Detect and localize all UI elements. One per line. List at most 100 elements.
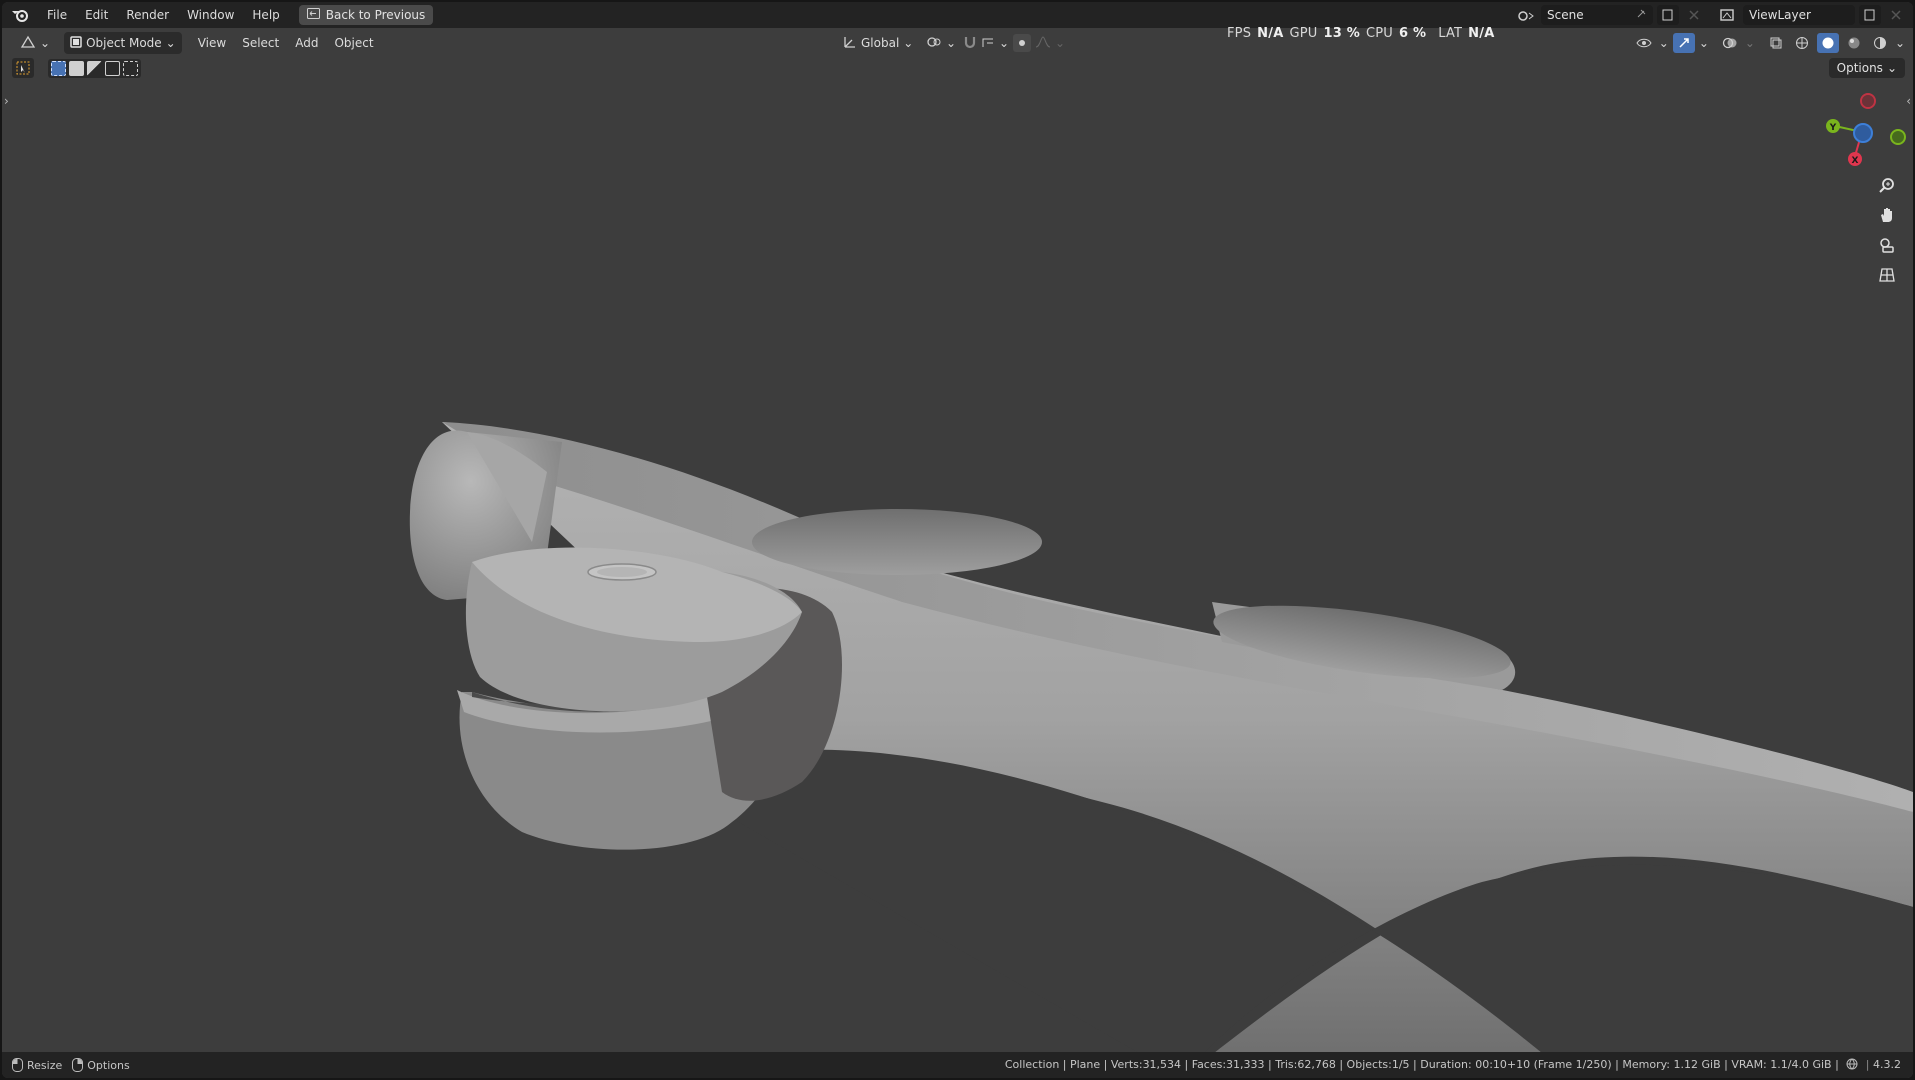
select-new-icon[interactable] <box>51 60 66 76</box>
view-layer-icon[interactable] <box>1717 5 1739 25</box>
visibility-icon[interactable] <box>1633 33 1655 53</box>
chevron-down-icon: ⌄ <box>946 36 957 50</box>
chevron-down-icon: ⌄ <box>1886 61 1897 75</box>
pivot-icon <box>926 35 942 52</box>
new-scene-icon[interactable] <box>1657 5 1679 25</box>
tool-settings-row <box>12 58 141 78</box>
solid-shading-icon[interactable] <box>1816 33 1839 53</box>
gizmo-z-axis[interactable] <box>1853 123 1873 143</box>
delete-view-layer-icon[interactable] <box>1885 5 1907 25</box>
chevron-down-icon: ⌄ <box>165 36 176 50</box>
chevron-down-icon: ⌄ <box>40 36 51 50</box>
select-intersect-icon[interactable] <box>123 60 138 76</box>
cpu-label: CPU <box>1365 26 1393 41</box>
magnet-icon <box>963 35 977 52</box>
orientation-axes-icon <box>843 35 857 52</box>
resize-hint: Resize <box>12 1058 62 1072</box>
back-to-previous-label: Back to Previous <box>325 8 426 22</box>
snap-increment-icon <box>981 35 995 52</box>
object-mode-icon <box>70 35 82 51</box>
chevron-down-icon[interactable]: ⌄ <box>1745 36 1755 50</box>
gpu-label: GPU <box>1289 26 1318 41</box>
chevron-down-icon[interactable]: ⌄ <box>1659 36 1669 50</box>
mode-dropdown[interactable]: Object Mode ⌄ <box>64 32 182 54</box>
back-to-previous-button[interactable]: Back to Previous <box>298 5 434 25</box>
chevron-down-icon[interactable]: ⌄ <box>1699 36 1709 50</box>
zoom-icon[interactable] <box>1875 174 1899 198</box>
resize-label: Resize <box>27 1058 63 1072</box>
menu-help[interactable]: Help <box>243 2 288 28</box>
scene-name: Scene <box>1547 8 1584 22</box>
top-menu-bar: File Edit Render Window Help Back to Pre… <box>2 2 1913 28</box>
back-screen-icon <box>306 8 320 22</box>
lat-label: LAT <box>1438 26 1463 41</box>
gizmo-x-label: X <box>1852 156 1859 166</box>
fps-label: FPS <box>1227 26 1252 41</box>
delete-scene-icon[interactable] <box>1683 5 1705 25</box>
navigation-gizmo[interactable]: Y X <box>1817 90 1907 170</box>
blender-window: File Edit Render Window Help Back to Pre… <box>2 2 1913 1078</box>
overlays-icon[interactable] <box>1719 33 1741 53</box>
options-hint: Options <box>72 1058 130 1072</box>
menu-file[interactable]: File <box>38 2 76 28</box>
scene-field[interactable]: Scene <box>1541 5 1653 25</box>
menu-select[interactable]: Select <box>234 36 287 50</box>
proportional-editing-toggle[interactable]: ⌄ <box>1007 32 1071 54</box>
menu-view[interactable]: View <box>190 36 234 50</box>
orientation-label: Global <box>861 36 900 50</box>
perspective-grid-icon[interactable] <box>1875 263 1899 287</box>
gizmo-neg-y[interactable] <box>1890 129 1906 145</box>
arm-hole-front <box>752 509 1042 575</box>
options-label: Options <box>1836 61 1883 75</box>
camera-view-icon[interactable] <box>1875 233 1899 257</box>
toolbar-expand-icon[interactable]: › <box>4 94 9 108</box>
select-tool-button[interactable] <box>12 58 34 78</box>
transform-orientation-dropdown[interactable]: Global ⌄ <box>837 32 919 54</box>
select-extend-icon[interactable] <box>69 60 84 76</box>
viewport-header: ⌄ Object Mode ⌄ View Select Add Object G… <box>2 28 1913 58</box>
blender-version: 4.3.2 <box>1873 1058 1901 1071</box>
material-shading-icon[interactable] <box>1843 33 1865 53</box>
mouse-left-icon <box>12 1058 23 1072</box>
proportional-edit-icon <box>1013 34 1031 52</box>
new-view-layer-icon[interactable] <box>1859 5 1881 25</box>
gpu-value: 13 % <box>1323 26 1360 41</box>
status-bar: Resize Options Collection | Plane | Vert… <box>2 1052 1913 1078</box>
network-globe-icon <box>1846 1058 1862 1071</box>
rendered-shading-icon[interactable] <box>1869 33 1891 53</box>
pan-hand-icon[interactable] <box>1875 203 1899 227</box>
chevron-down-icon: ⌄ <box>1055 36 1066 50</box>
menu-edit[interactable]: Edit <box>76 2 117 28</box>
menu-window[interactable]: Window <box>178 2 243 28</box>
editor-type-button[interactable]: ⌄ <box>14 32 56 54</box>
view-layer-name: ViewLayer <box>1749 8 1811 22</box>
chevron-down-icon: ⌄ <box>903 36 914 50</box>
selection-mode-group <box>48 58 141 78</box>
menu-add[interactable]: Add <box>287 36 326 50</box>
gizmo-toggle-icon[interactable] <box>1672 33 1695 53</box>
xray-toggle-icon[interactable] <box>1765 33 1787 53</box>
mode-label: Object Mode <box>86 36 162 50</box>
3d-viewport[interactable] <box>2 2 1913 1078</box>
blender-logo-icon[interactable] <box>2 8 38 22</box>
menu-render[interactable]: Render <box>117 2 178 28</box>
options-hint-label: Options <box>87 1058 130 1072</box>
cpu-value: 6 % <box>1399 26 1427 41</box>
options-dropdown[interactable]: Options ⌄ <box>1828 58 1905 78</box>
menu-object[interactable]: Object <box>326 36 381 50</box>
scene-selector-icon[interactable] <box>1515 5 1537 25</box>
pin-icon[interactable] <box>1635 8 1647 23</box>
wireframe-shading-icon[interactable] <box>1791 33 1813 53</box>
performance-stats: FPS N/A GPU 13 % CPU 6 % LAT N/A <box>1227 26 1494 41</box>
mouse-right-icon <box>72 1058 84 1072</box>
select-subtract-icon[interactable] <box>87 60 102 76</box>
view-layer-field[interactable]: ViewLayer <box>1743 5 1855 25</box>
editor-type-icon <box>20 35 36 52</box>
statistics-text: Collection | Plane | Verts:31,534 | Face… <box>1004 1058 1839 1071</box>
select-difference-icon[interactable] <box>105 60 120 76</box>
fps-value: N/A <box>1257 26 1284 41</box>
pivot-point-dropdown[interactable]: ⌄ <box>920 32 962 54</box>
gizmo-y-label: Y <box>1829 123 1837 133</box>
scene-statistics: Collection | Plane | Verts:31,534 | Face… <box>1004 1058 1901 1071</box>
chevron-down-icon[interactable]: ⌄ <box>1895 36 1905 50</box>
